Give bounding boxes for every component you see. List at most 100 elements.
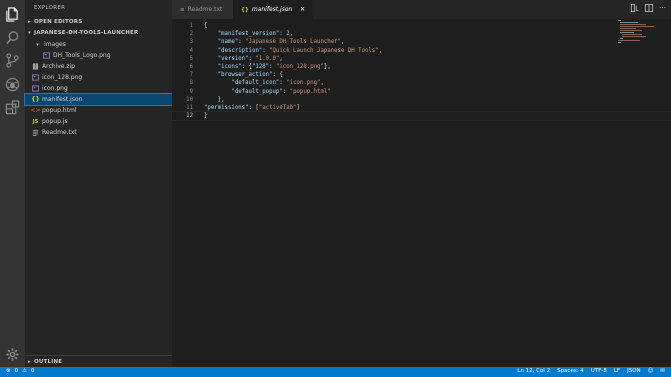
outline-header[interactable]: ▸ OUTLINE	[25, 357, 172, 367]
line-number: 4	[189, 47, 193, 54]
settings-gear-icon[interactable]	[4, 346, 21, 363]
text-icon	[31, 128, 40, 137]
close-icon[interactable]: ✕	[300, 6, 305, 13]
language-mode[interactable]: JSON	[627, 368, 641, 374]
chevron-down-icon: ▾	[28, 30, 31, 36]
line-text: "icons": {"128": "icon_128.png"},	[217, 64, 331, 70]
zip-icon	[31, 62, 40, 71]
code-line[interactable]: 1{	[172, 22, 671, 30]
cursor-position[interactable]: Ln 12, Col 2	[517, 368, 550, 374]
line-number: 3	[189, 39, 193, 46]
code-line[interactable]: 3 "name": "Japanese DH Tools Launcher",	[172, 38, 671, 46]
tab-label: Readme.txt	[187, 6, 223, 13]
code-line[interactable]: 7 "browser_action": {	[172, 71, 671, 79]
tab-manifest[interactable]: {} manifest.json ✕	[233, 0, 313, 19]
code-line[interactable]: 4 "description": "Quick Launch Japanese …	[172, 47, 671, 55]
tree-item-images[interactable]: ▾ images	[25, 39, 172, 50]
js-icon: JS	[32, 118, 39, 125]
debug-icon[interactable]	[4, 76, 21, 93]
line-text: {	[204, 23, 208, 29]
sidebar-title: EXPLORER	[34, 5, 66, 11]
open-changes-icon[interactable]	[630, 3, 639, 12]
tree-item-label: popup.html	[42, 107, 77, 114]
editor-actions: ···	[630, 3, 667, 12]
activity-bar	[0, 0, 25, 367]
code-editor[interactable]: 1{2 "manifest_version": 2, 3 "name": "Jap…	[171, 19, 671, 367]
tree-item-label: popup.js	[42, 118, 68, 125]
line-number: 5	[189, 55, 193, 62]
status-bar: ⊗ 0 ⚠ 0 Ln 12, Col 2 Spaces: 4 UTF-8 LF …	[0, 367, 671, 377]
tree-item-label: icon.png	[42, 85, 68, 92]
feedback-icon[interactable]: ☺	[648, 368, 654, 374]
folder-section[interactable]: ▾ JAPANESE-DH-TOOLS-LAUNCHER	[25, 28, 172, 38]
tree-item-icon-128[interactable]: icon_128.png	[25, 72, 172, 83]
end-of-line[interactable]: LF	[614, 368, 620, 374]
source-control-icon[interactable]	[4, 52, 21, 69]
warning-icon: ⚠	[22, 368, 28, 374]
line-number: 2	[189, 31, 193, 38]
indentation[interactable]: Spaces: 4	[557, 368, 584, 374]
line-text: },	[204, 96, 225, 103]
tree-item-readme[interactable]: Readme.txt	[25, 127, 172, 138]
error-icon: ⊗	[6, 368, 11, 374]
open-editors-label: OPEN EDITORS	[34, 19, 83, 25]
tree-item-label: Archive.zip	[42, 63, 75, 70]
chevron-right-icon: ▸	[28, 19, 31, 25]
line-text: "default_popup": "popup.html"	[231, 88, 331, 95]
search-icon[interactable]	[4, 29, 21, 46]
tree-item-label: images	[44, 41, 66, 48]
line-number: 11	[186, 105, 193, 111]
line-text: "name": "Japanese DH Tools Launcher",	[217, 39, 345, 46]
files-icon[interactable]	[4, 6, 21, 23]
warning-count: 0	[31, 368, 35, 374]
outline-label: OUTLINE	[34, 359, 63, 365]
line-number: 10	[186, 96, 193, 103]
more-actions-icon[interactable]: ···	[658, 3, 667, 12]
problems-indicator[interactable]: ⊗ 0 ⚠ 0	[6, 368, 35, 374]
notifications-icon[interactable]: ✉	[660, 368, 665, 374]
code-line[interactable]: 5 "version": "1.0.0",	[172, 55, 671, 63]
open-editors-section[interactable]: ▸ OPEN EDITORS	[25, 17, 172, 27]
line-number: 1	[189, 23, 193, 29]
line-text: }	[204, 113, 208, 120]
line-text: "manifest_version": 2,	[217, 31, 294, 38]
code-line[interactable]: 11 "permissions": ["activeTab"]	[172, 104, 671, 112]
tree-item-popup-html[interactable]: <> popup.html	[25, 105, 172, 116]
split-editor-icon[interactable]	[644, 3, 653, 12]
line-text: "default_icon": "icon.png",	[231, 80, 324, 87]
code-line[interactable]: 8 "default_icon": "icon.png",	[172, 79, 671, 87]
error-count: 0	[14, 368, 19, 374]
tree-item-label: DH_Tools_Logo.png	[53, 52, 111, 59]
json-icon: {}	[31, 96, 40, 103]
line-text: "permissions": ["activeTab"]	[204, 105, 300, 111]
tree-item-dh-tools-logo[interactable]: DH_Tools_Logo.png	[25, 50, 172, 61]
image-icon	[42, 51, 51, 60]
tab-label: manifest.json	[251, 6, 293, 13]
chevron-down-icon: ▾	[36, 41, 39, 48]
tree-item-manifest[interactable]: {} manifest.json	[24, 93, 173, 106]
encoding[interactable]: UTF-8	[591, 368, 607, 374]
line-number: 12	[186, 113, 193, 120]
code-line[interactable]: 10 },	[172, 96, 671, 104]
code-line[interactable]: 6 "icons": {"128": "icon_128.png"},	[172, 63, 671, 71]
line-number: 9	[189, 88, 193, 95]
chevron-right-icon: ▸	[28, 359, 31, 365]
tree-item-popup-js[interactable]: JS popup.js	[25, 116, 172, 127]
line-text: "version": "1.0.0",	[217, 55, 283, 62]
tree-item-icon-png[interactable]: icon.png	[25, 83, 172, 94]
outline-section[interactable]: ▸ OUTLINE	[25, 355, 172, 367]
tree-item-archive[interactable]: Archive.zip	[25, 61, 172, 72]
extensions-icon[interactable]	[4, 99, 21, 116]
tree-item-label: Readme.txt	[42, 129, 77, 136]
line-number: 8	[189, 80, 193, 87]
tree-item-label: manifest.json	[42, 96, 83, 103]
line-text: "browser_action": {	[217, 72, 283, 79]
code-line[interactable]: 12}	[171, 111, 671, 122]
code-line[interactable]: 2 "manifest_version": 2,	[172, 30, 671, 38]
tab-readme[interactable]: ≡ Readme.txt	[172, 0, 233, 19]
html-icon: <>	[30, 107, 41, 114]
image-icon	[31, 84, 40, 93]
code-line[interactable]: 9 "default_popup": "popup.html"	[172, 88, 671, 96]
line-number: 6	[189, 64, 193, 70]
explorer-sidebar: EXPLORER ▸ OPEN EDITORS ▾ JAPANESE-DH-TO…	[24, 0, 173, 367]
